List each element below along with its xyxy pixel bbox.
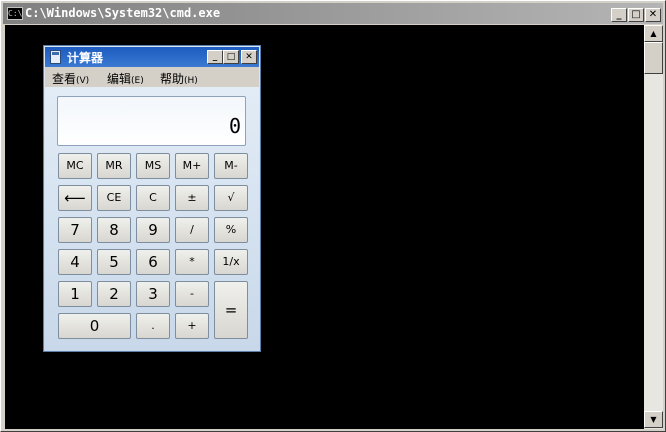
menu-view-label: 查看 xyxy=(52,72,77,86)
menu-view[interactable]: 查看(V) xyxy=(52,70,89,87)
calculator-maximize-button[interactable]: □ xyxy=(223,50,239,64)
calculator-body: 0 MC MR MS M+ M- ⟵ CE C ± √ 7 8 9/% 4 5 6 * 1/x 1 2 3- 0. + = xyxy=(45,87,259,351)
key-mr[interactable]: MR xyxy=(97,153,131,179)
calculator-menubar: 查看(V) 编辑(E) 帮助(H) xyxy=(45,67,259,87)
key-7[interactable]: 7 xyxy=(58,217,92,243)
menu-help-label: 帮助 xyxy=(160,72,185,86)
key-6[interactable]: 6 xyxy=(136,249,170,275)
calculator-close-button[interactable]: ✕ xyxy=(241,50,257,64)
cmd-title-bar[interactable]: C:\ C:\Windows\System32\cmd.exe _ □ ✕ xyxy=(3,3,663,24)
cmd-close-button[interactable]: ✕ xyxy=(645,8,661,22)
key-3[interactable]: 3 xyxy=(136,281,170,307)
key-sqrt[interactable]: √ xyxy=(214,185,248,211)
calculator-minimize-button[interactable]: _ xyxy=(207,50,223,64)
key-percent[interactable]: % xyxy=(214,217,248,243)
key-8[interactable]: 8 xyxy=(97,217,131,243)
cmd-minimize-button[interactable]: _ xyxy=(611,8,627,22)
calculator-icon xyxy=(50,50,61,64)
menu-help-accel: (H) xyxy=(184,76,198,86)
menu-view-accel: (V) xyxy=(76,76,90,86)
cmd-window-title: C:\Windows\System32\cmd.exe xyxy=(25,6,221,20)
display-value: 0 xyxy=(228,114,241,138)
key-equals[interactable]: = xyxy=(214,281,248,339)
key-clear[interactable]: C xyxy=(136,185,170,211)
key-decimal[interactable]: . xyxy=(136,313,170,339)
scroll-up-button[interactable]: ▲ xyxy=(644,25,663,42)
key-multiply[interactable]: * xyxy=(175,249,209,275)
calculator-title-bar[interactable]: 计算器 _ □ ✕ xyxy=(45,47,259,67)
scroll-down-button[interactable]: ▼ xyxy=(644,411,663,428)
key-5[interactable]: 5 xyxy=(97,249,131,275)
key-0[interactable]: 0 xyxy=(58,313,131,339)
calculator-title: 计算器 xyxy=(67,51,104,65)
key-9[interactable]: 9 xyxy=(136,217,170,243)
key-reciprocal[interactable]: 1/x xyxy=(214,249,248,275)
key-ms[interactable]: MS xyxy=(136,153,170,179)
menu-edit[interactable]: 编辑(E) xyxy=(107,70,144,87)
calculator-window: 计算器 _ □ ✕ 查看(V) 编辑(E) 帮助(H) 0 MC MR MS M+ M-… xyxy=(43,45,261,352)
menu-help[interactable]: 帮助(H) xyxy=(160,70,198,87)
cmd-icon: C:\ xyxy=(7,7,23,20)
key-subtract[interactable]: - xyxy=(175,281,209,307)
menu-edit-accel: (E) xyxy=(131,76,144,86)
cmd-maximize-button[interactable]: □ xyxy=(628,8,644,22)
key-mc[interactable]: MC xyxy=(58,153,92,179)
key-m-minus[interactable]: M- xyxy=(214,153,248,179)
key-m-plus[interactable]: M+ xyxy=(175,153,209,179)
key-2[interactable]: 2 xyxy=(97,281,131,307)
key-add[interactable]: + xyxy=(175,313,209,339)
scroll-thumb[interactable] xyxy=(644,42,663,74)
key-backspace[interactable]: ⟵ xyxy=(58,185,92,211)
menu-edit-label: 编辑 xyxy=(107,72,132,86)
calculator-display: 0 xyxy=(57,96,246,146)
key-4[interactable]: 4 xyxy=(58,249,92,275)
key-ce[interactable]: CE xyxy=(97,185,131,211)
key-1[interactable]: 1 xyxy=(58,281,92,307)
key-divide[interactable]: / xyxy=(175,217,209,243)
key-negate[interactable]: ± xyxy=(175,185,209,211)
vertical-scrollbar[interactable]: ▲ ▼ xyxy=(644,25,663,429)
